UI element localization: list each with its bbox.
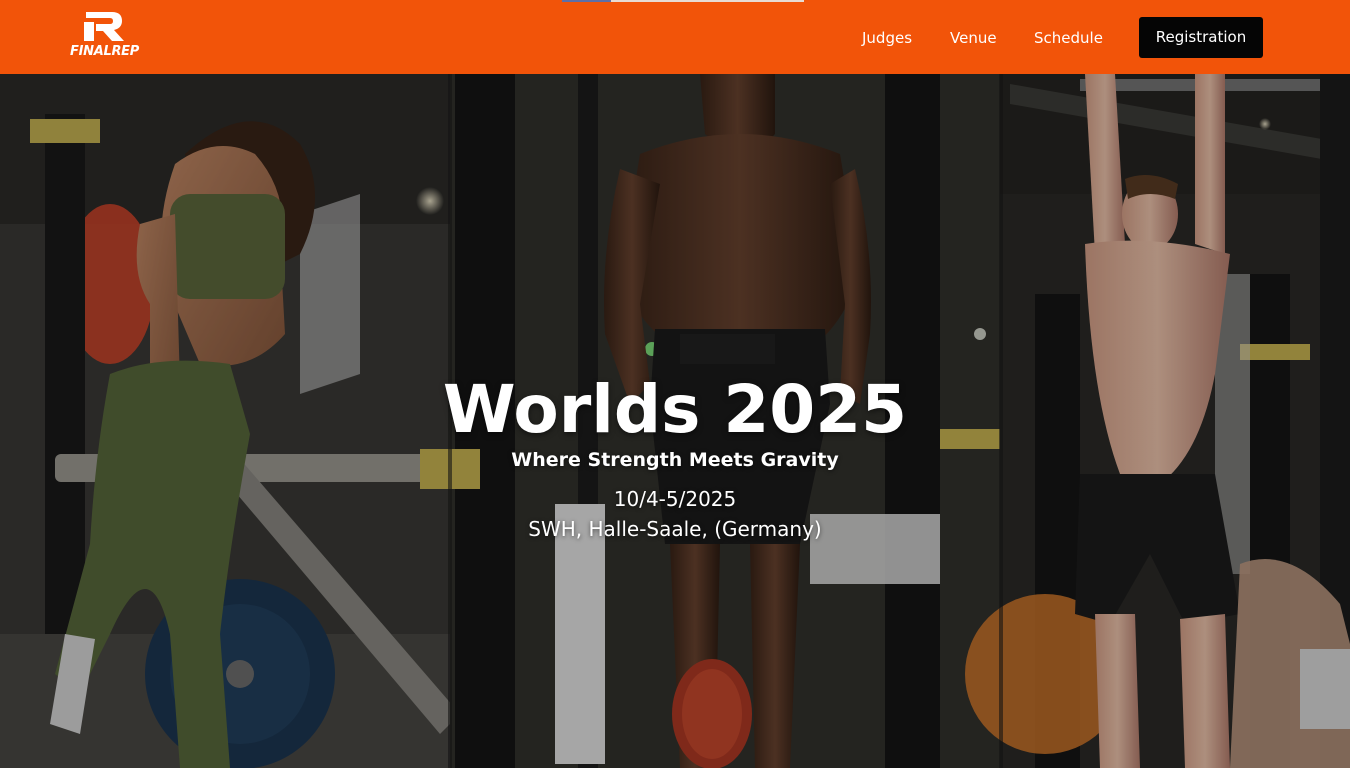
- nav-link-judges[interactable]: Judges: [862, 29, 912, 47]
- hero-title: Worlds 2025: [442, 371, 908, 448]
- event-date: 10/4-5/2025: [613, 487, 737, 511]
- finalrep-r-logo-icon: [84, 12, 124, 41]
- nav-link-venue[interactable]: Venue: [950, 29, 997, 47]
- scrollbar-thumb[interactable]: [562, 0, 611, 2]
- event-location: SWH, Halle-Saale, (Germany): [528, 517, 822, 541]
- hero-section: Worlds 2025 Where Strength Meets Gravity…: [0, 74, 1350, 768]
- hero-subtitle: Where Strength Meets Gravity: [511, 449, 839, 471]
- hero-content: Worlds 2025 Where Strength Meets Gravity…: [0, 370, 1350, 544]
- page: FINALREP Judges Venue Schedule Registrat…: [0, 0, 1350, 768]
- horizontal-scrollbar[interactable]: [562, 0, 804, 2]
- site-header: FINALREP Judges Venue Schedule Registrat…: [0, 0, 1350, 74]
- brand-wordmark: FINALREP: [70, 44, 139, 59]
- registration-button[interactable]: Registration: [1139, 17, 1263, 58]
- brand-logo[interactable]: FINALREP: [68, 10, 148, 62]
- nav-link-schedule[interactable]: Schedule: [1034, 29, 1103, 47]
